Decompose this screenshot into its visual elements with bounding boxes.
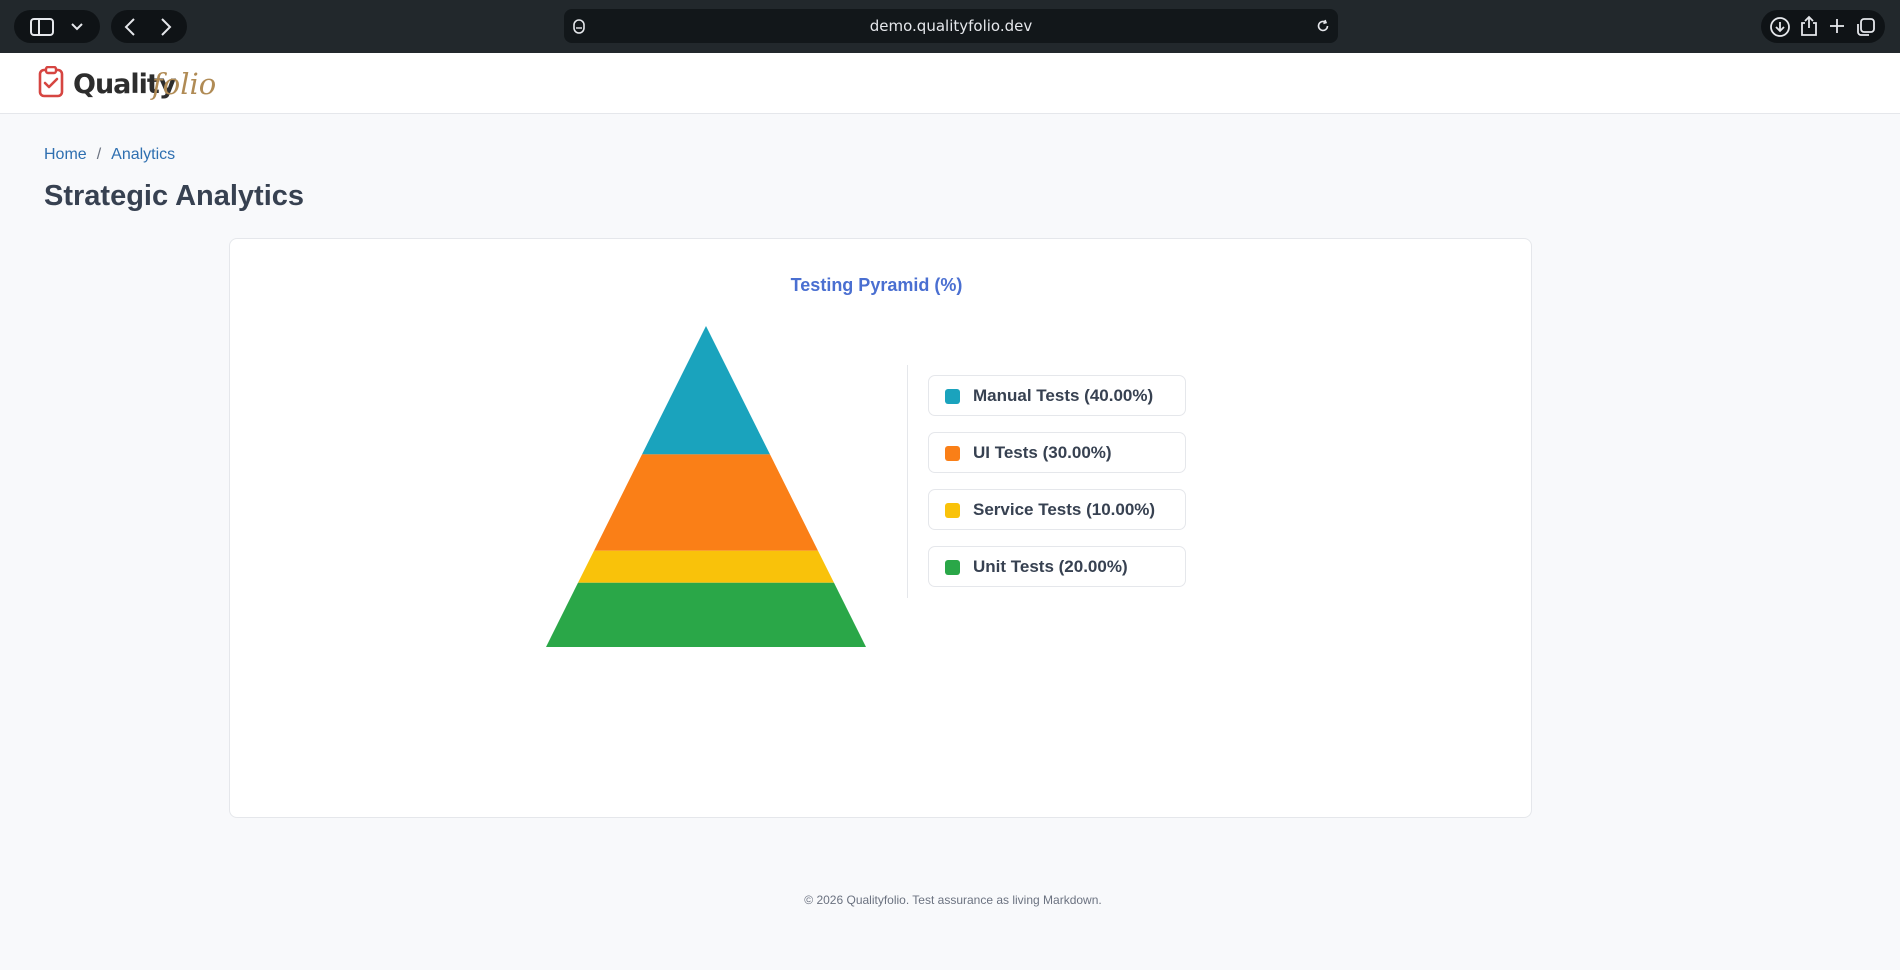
address-bar[interactable]: demo.qualityfolio.dev xyxy=(564,9,1338,43)
legend-label: Unit Tests (20.00%) xyxy=(973,557,1128,576)
chevron-down-icon[interactable] xyxy=(70,22,84,32)
chart-card: Testing Pyramid (%) Manual Tests (40.00%… xyxy=(229,238,1532,818)
pyramid-segment-service-tests[interactable] xyxy=(578,550,834,583)
breadcrumb-separator: / xyxy=(96,146,102,163)
navigation-controls xyxy=(111,10,187,43)
reload-icon[interactable] xyxy=(1316,19,1330,33)
chart-title: Testing Pyramid (%) xyxy=(790,275,963,295)
testing-pyramid-chart xyxy=(546,326,866,647)
breadcrumb-analytics-link[interactable]: Analytics xyxy=(111,146,175,163)
legend-label: Manual Tests (40.00%) xyxy=(973,386,1154,405)
url-text: demo.qualityfolio.dev xyxy=(869,17,1033,35)
legend-label: UI Tests (30.00%) xyxy=(973,443,1112,462)
browser-toolbar: demo.qualityfolio.dev xyxy=(0,0,1900,53)
site-header: Quality folio xyxy=(0,53,1900,114)
legend-label: Service Tests (10.00%) xyxy=(973,500,1156,519)
legend-swatch xyxy=(945,446,960,461)
tab-overview-icon[interactable] xyxy=(1855,16,1877,38)
footer-text: © 2026 Qualityfolio. Test assurance as l… xyxy=(804,893,1102,907)
legend-swatch xyxy=(945,503,960,518)
legend-divider xyxy=(907,365,908,598)
breadcrumb-home-link[interactable]: Home xyxy=(44,146,87,163)
sidebar-toggle-button[interactable] xyxy=(14,10,100,43)
brand-name-italic: folio xyxy=(152,67,217,101)
legend-item-manual-tests[interactable]: Manual Tests (40.00%) xyxy=(928,375,1186,416)
legend-swatch xyxy=(945,389,960,404)
page-title: Strategic Analytics xyxy=(44,180,305,212)
legend-item-ui-tests[interactable]: UI Tests (30.00%) xyxy=(928,432,1186,473)
breadcrumb: Home / Analytics xyxy=(44,146,175,164)
pyramid-segment-ui-tests[interactable] xyxy=(594,454,818,551)
share-icon[interactable] xyxy=(1799,15,1819,37)
legend-swatch xyxy=(945,560,960,575)
clipboard-check-icon xyxy=(38,66,64,98)
legend-item-unit-tests[interactable]: Unit Tests (20.00%) xyxy=(928,546,1186,587)
chart-legend: Manual Tests (40.00%) UI Tests (30.00%) Se… xyxy=(928,375,1186,603)
pyramid-segment-manual-tests[interactable] xyxy=(642,326,770,455)
forward-icon[interactable] xyxy=(159,17,173,37)
sidebar-icon xyxy=(30,18,54,36)
back-icon[interactable] xyxy=(123,17,137,37)
pyramid-segment-unit-tests[interactable] xyxy=(546,582,866,647)
download-icon[interactable] xyxy=(1769,16,1791,38)
new-tab-icon[interactable] xyxy=(1828,17,1846,35)
legend-item-service-tests[interactable]: Service Tests (10.00%) xyxy=(928,489,1186,530)
browser-actions xyxy=(1761,10,1885,43)
